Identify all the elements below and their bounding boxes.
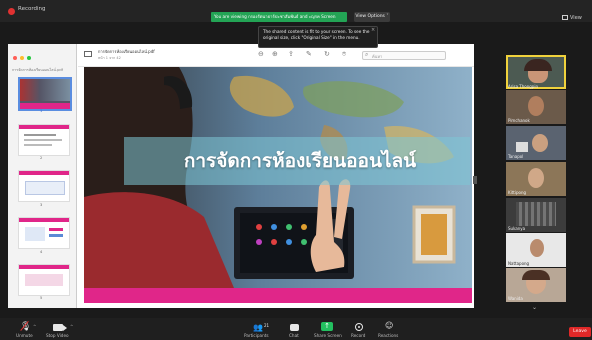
annotate-icon[interactable]: ⌾ xyxy=(342,50,346,59)
video-camera-lens-icon xyxy=(63,325,67,331)
leave-button[interactable]: Leave xyxy=(569,327,591,337)
markup-pen-icon[interactable]: ✎ xyxy=(306,50,312,58)
record-label[interactable]: Record xyxy=(351,333,365,338)
document-search-input[interactable]: ค้นหา xyxy=(362,51,446,60)
participant-name: Nattapong xyxy=(508,261,530,266)
view-options-button[interactable]: View Options ˅ xyxy=(354,12,390,22)
zoom-out-icon[interactable]: ⊖ xyxy=(258,50,264,58)
window-close-icon[interactable] xyxy=(13,56,17,60)
zoom-in-icon[interactable]: ⊕ xyxy=(272,50,278,58)
scroll-handle[interactable] xyxy=(473,176,477,184)
chat-icon[interactable] xyxy=(290,324,299,331)
grid-icon[interactable] xyxy=(562,15,568,20)
window-zoom-icon[interactable] xyxy=(27,56,31,60)
document-title: การจัดการห้องเรียนออนไลน์.pdf xyxy=(98,49,155,54)
recording-label: Recording xyxy=(18,6,46,12)
sidebar-toggle-icon[interactable] xyxy=(84,51,92,57)
thumbnail-page-5[interactable] xyxy=(18,264,70,296)
share-icon[interactable]: ⇪ xyxy=(288,50,294,58)
thumbnail-number: 1 xyxy=(40,109,43,113)
search-icon: ⌕ xyxy=(365,51,369,58)
chevron-up-icon[interactable]: ^ xyxy=(70,324,73,329)
participant-name: Sukanya xyxy=(508,226,526,231)
thumbnail-number: 4 xyxy=(40,250,43,254)
sidebar-file-title: การจัดการห้องเรียนออนไลน์.pdf xyxy=(12,68,63,72)
chevron-up-icon[interactable]: ^ xyxy=(33,324,36,329)
thumbnail-page-2[interactable] xyxy=(18,124,70,156)
participants-icon[interactable]: 👥 xyxy=(253,323,263,332)
record-icon[interactable] xyxy=(355,323,363,331)
rotate-icon[interactable]: ↻ xyxy=(324,50,330,58)
video-camera-icon[interactable] xyxy=(53,324,63,331)
chat-label[interactable]: Chat xyxy=(289,333,299,338)
stop-video-label[interactable]: Stop Video xyxy=(46,333,69,338)
participants-label[interactable]: Participants xyxy=(244,333,269,338)
thumbnail-page-1[interactable] xyxy=(18,77,72,111)
close-tooltip-icon[interactable]: × xyxy=(371,27,375,33)
reactions-icon[interactable]: ☺ xyxy=(385,321,393,330)
scroll-down-icon[interactable]: ⌄ xyxy=(532,304,537,311)
participant-name: Kittipong xyxy=(508,190,527,195)
presentation-slide: การจัดการห้องเรียนออนไลน์ xyxy=(84,67,472,288)
thumbnail-number: 3 xyxy=(40,203,43,207)
recording-indicator-icon xyxy=(8,8,15,15)
participant-name: Arisa Thongpin xyxy=(508,84,538,89)
share-screen-label[interactable]: Share Screen xyxy=(314,333,342,338)
share-screen-icon[interactable]: ↑ xyxy=(321,322,333,331)
thumbnail-page-3[interactable] xyxy=(18,170,70,202)
participant-name: Pimchanok xyxy=(508,118,530,123)
document-page-info: หน้า 1 จาก 42 xyxy=(98,56,121,60)
share-notice-text: You are viewing กรองรัตนาธาร์ปะชาสัมพันธ… xyxy=(214,14,336,19)
participant-name: Tanapol xyxy=(508,154,524,159)
thumbnail-number: 5 xyxy=(40,296,43,300)
slide-photo xyxy=(84,67,472,288)
fit-to-screen-tooltip: The shared content is fit to your screen… xyxy=(258,26,378,48)
participants-count: 21 xyxy=(264,323,270,328)
slide-footer-bar xyxy=(84,288,472,303)
slide-title: การจัดการห้องเรียนออนไลน์ xyxy=(183,150,417,172)
view-button[interactable]: View xyxy=(570,15,582,21)
unmute-label[interactable]: Unmute xyxy=(16,333,33,338)
window-minimize-icon[interactable] xyxy=(20,56,24,60)
thumbnail-number: 2 xyxy=(40,156,43,160)
thumbnail-page-4[interactable] xyxy=(18,217,70,249)
reactions-label[interactable]: Reactions xyxy=(378,333,398,338)
participant-name: Wanida xyxy=(508,296,523,301)
